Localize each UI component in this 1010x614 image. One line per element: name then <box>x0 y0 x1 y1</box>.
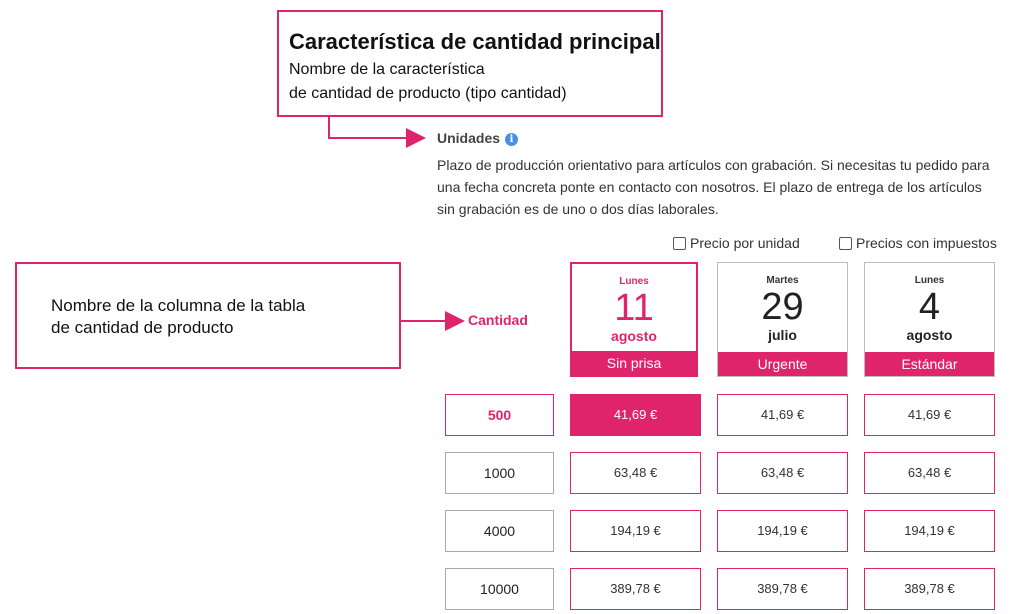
tax-price-checkbox[interactable] <box>839 236 852 250</box>
price-cell[interactable]: 389,78 € <box>717 568 848 610</box>
delivery-speed-label: Urgente <box>718 352 847 376</box>
quantity-option[interactable]: 10000 <box>445 568 554 610</box>
annotation-arrow-line <box>328 117 330 139</box>
annotation-line: de cantidad de producto (tipo cantidad) <box>289 85 567 102</box>
quantity-option[interactable]: 500 <box>445 394 554 436</box>
price-cell[interactable]: 194,19 € <box>717 510 848 552</box>
delivery-date: 11 <box>614 287 654 329</box>
quantity-column-header: Cantidad <box>468 312 528 328</box>
price-cell[interactable]: 389,78 € <box>864 568 995 610</box>
annotation-column-name: Nombre de la columna de la tabla de cant… <box>15 262 401 369</box>
section-description: Plazo de producción orientativo para art… <box>437 157 990 217</box>
annotation-arrowhead-icon <box>445 311 465 331</box>
delivery-speed-label: Sin prisa <box>572 351 696 375</box>
quantity-option[interactable]: 4000 <box>445 510 554 552</box>
delivery-month: agosto <box>611 328 657 344</box>
unit-price-option[interactable]: Precio por unidad <box>673 235 800 251</box>
annotation-line: Nombre de la característica <box>289 61 485 78</box>
price-cell[interactable]: 41,69 € <box>717 394 848 436</box>
tax-price-label[interactable]: Precios con impuestos <box>856 235 997 251</box>
delivery-speed-label: Estándar <box>865 352 994 376</box>
price-cell[interactable]: 63,48 € <box>570 452 701 494</box>
price-cell[interactable]: 194,19 € <box>570 510 701 552</box>
section-heading-label: Unidades <box>437 130 501 146</box>
unit-price-checkbox[interactable] <box>673 236 686 250</box>
annotation-line: Nombre de la columna de la tabla <box>51 296 306 315</box>
delivery-date: 29 <box>761 286 804 328</box>
info-icon[interactable]: i <box>505 133 519 146</box>
price-cell[interactable]: 41,69 € <box>570 394 701 436</box>
annotation-arrow-line <box>401 320 447 322</box>
unit-price-label[interactable]: Precio por unidad <box>690 235 800 251</box>
price-cell[interactable]: 63,48 € <box>864 452 995 494</box>
price-cell[interactable]: 41,69 € <box>864 394 995 436</box>
annotation-line: de cantidad de producto <box>51 318 234 337</box>
annotation-arrow-line <box>328 137 408 139</box>
delivery-option-column[interactable]: Lunes 11 agosto Sin prisa <box>570 262 698 377</box>
delivery-option-column[interactable]: Lunes 4 agosto Estándar <box>864 262 995 377</box>
annotation-title: Característica de cantidad principal <box>289 29 661 54</box>
tax-price-option[interactable]: Precios con impuestos <box>839 235 997 251</box>
delivery-month: julio <box>768 327 797 343</box>
price-cell[interactable]: 63,48 € <box>717 452 848 494</box>
section-heading: Unidades i <box>437 130 519 146</box>
quantity-option[interactable]: 1000 <box>445 452 554 494</box>
price-cell[interactable]: 389,78 € <box>570 568 701 610</box>
annotation-arrowhead-icon <box>406 128 426 148</box>
delivery-option-column[interactable]: Martes 29 julio Urgente <box>717 262 848 377</box>
annotation-main-quantity: Característica de cantidad principal Nom… <box>277 10 663 117</box>
delivery-month: agosto <box>906 327 953 343</box>
price-cell[interactable]: 194,19 € <box>864 510 995 552</box>
delivery-date: 4 <box>918 286 941 328</box>
